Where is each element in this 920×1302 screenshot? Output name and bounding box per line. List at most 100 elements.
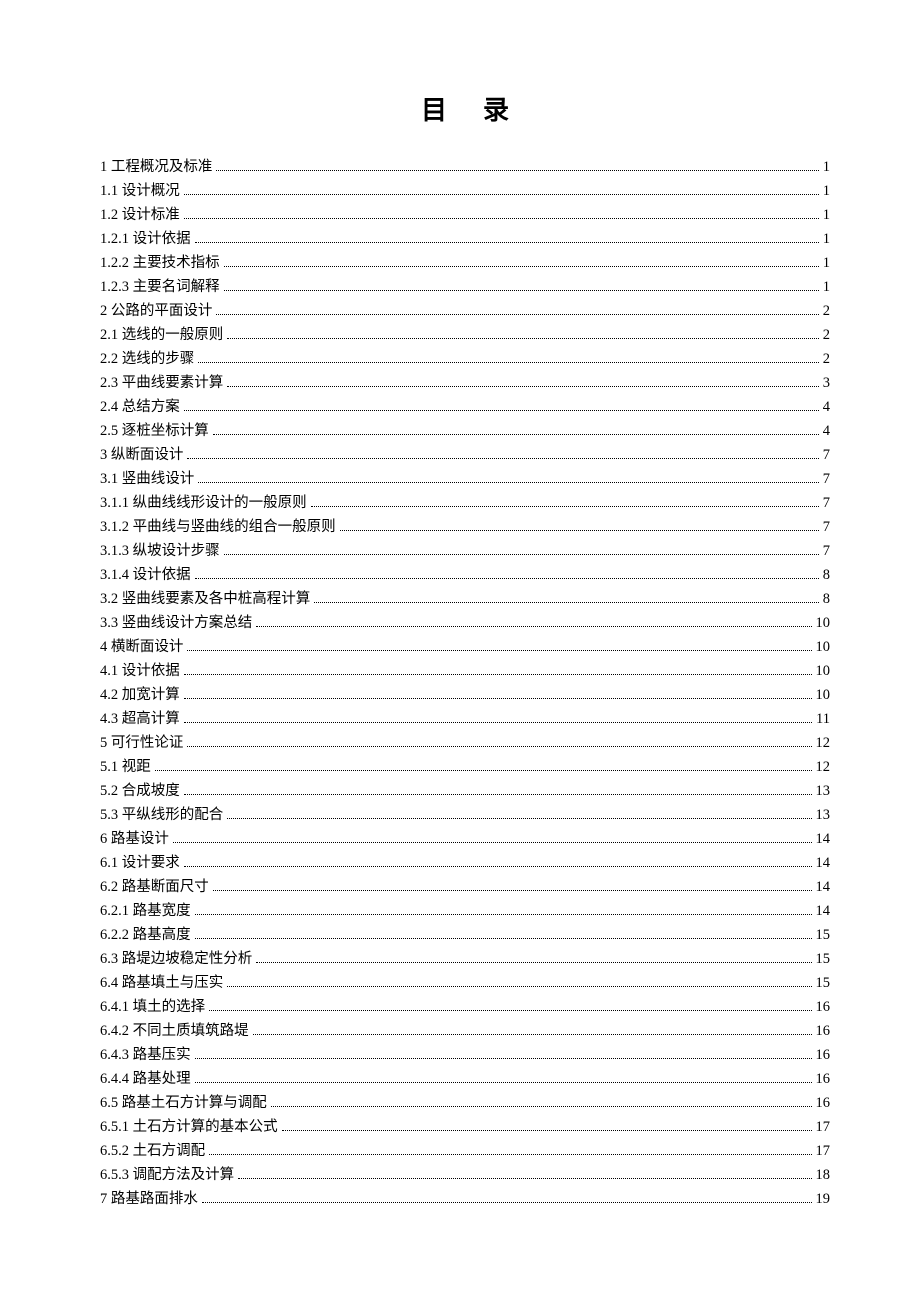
toc-entry-page: 13	[816, 803, 831, 827]
toc-entry-page: 4	[823, 395, 830, 419]
toc-leader-dots	[209, 1141, 811, 1156]
toc-entry-page: 7	[823, 443, 830, 467]
toc-leader-dots	[213, 421, 819, 436]
toc-entry-label: 5.1 视距	[100, 755, 151, 779]
toc-entry: 6.5.2 土石方调配 17	[100, 1139, 830, 1163]
toc-leader-dots	[184, 205, 819, 220]
toc-entry-page: 7	[823, 515, 830, 539]
toc-entry-page: 16	[816, 1067, 831, 1091]
toc-entry: 6.2 路基断面尺寸 14	[100, 875, 830, 899]
toc-leader-dots	[216, 301, 818, 316]
toc-entry: 5.3 平纵线形的配合 13	[100, 803, 830, 827]
toc-entry-label: 3.1.1 纵曲线线形设计的一般原则	[100, 491, 307, 515]
toc-leader-dots	[224, 277, 819, 292]
toc-entry: 1 工程概况及标准 1	[100, 155, 830, 179]
toc-entry-label: 1.1 设计概况	[100, 179, 180, 203]
toc-entry: 1.2.2 主要技术指标1	[100, 251, 830, 275]
toc-entry: 5 可行性论证 12	[100, 731, 830, 755]
toc-entry: 7 路基路面排水19	[100, 1187, 830, 1211]
toc-leader-dots	[314, 589, 819, 604]
toc-entry-label: 1.2 设计标准	[100, 203, 180, 227]
toc-entry-label: 3 纵断面设计	[100, 443, 183, 467]
toc-leader-dots	[216, 157, 818, 172]
toc-leader-dots	[184, 181, 819, 196]
toc-leader-dots	[187, 445, 818, 460]
toc-entry: 3.2 竖曲线要素及各中桩高程计算8	[100, 587, 830, 611]
toc-entry-page: 17	[816, 1139, 831, 1163]
toc-entry: 3.3 竖曲线设计方案总结10	[100, 611, 830, 635]
toc-entry-page: 10	[816, 659, 831, 683]
toc-entry-label: 5.3 平纵线形的配合	[100, 803, 223, 827]
toc-entry: 6.5.3 调配方法及计算18	[100, 1163, 830, 1187]
toc-entry-label: 2 公路的平面设计	[100, 299, 212, 323]
toc-leader-dots	[195, 1069, 812, 1084]
toc-entry-page: 15	[816, 923, 831, 947]
toc-leader-dots	[202, 1189, 812, 1204]
toc-entry-label: 5 可行性论证	[100, 731, 183, 755]
toc-entry-label: 4 横断面设计	[100, 635, 183, 659]
toc-leader-dots	[184, 397, 819, 412]
toc-entry: 2.4 总结方案 4	[100, 395, 830, 419]
toc-entry-label: 4.1 设计依据	[100, 659, 180, 683]
toc-leader-dots	[195, 565, 819, 580]
toc-leader-dots	[187, 637, 811, 652]
toc-entry-label: 6.5.2 土石方调配	[100, 1139, 205, 1163]
toc-leader-dots	[340, 517, 819, 532]
toc-entry: 3 纵断面设计 7	[100, 443, 830, 467]
toc-leader-dots	[213, 877, 812, 892]
toc-entry-label: 1.2.3 主要名词解释	[100, 275, 220, 299]
toc-leader-dots	[256, 949, 811, 964]
toc-entry-page: 1	[823, 155, 830, 179]
toc-leader-dots	[195, 1045, 812, 1060]
toc-entry-page: 14	[816, 875, 831, 899]
toc-entry-page: 15	[816, 971, 831, 995]
toc-entry-page: 2	[823, 299, 830, 323]
toc-entry-label: 2.2 选线的步骤	[100, 347, 194, 371]
toc-entry-page: 18	[816, 1163, 831, 1187]
toc-entry-label: 2.5 逐桩坐标计算	[100, 419, 209, 443]
toc-entry: 6.2.1 路基宽度 14	[100, 899, 830, 923]
toc-entry-label: 3.1.4 设计依据	[100, 563, 191, 587]
toc-entry-label: 6.4.4 路基处理	[100, 1067, 191, 1091]
toc-entry-page: 8	[823, 587, 830, 611]
toc-entry: 6.2.2 路基高度 15	[100, 923, 830, 947]
toc-entry-label: 2.4 总结方案	[100, 395, 180, 419]
toc-entry-label: 6.2.2 路基高度	[100, 923, 191, 947]
toc-entry-page: 10	[816, 683, 831, 707]
toc-entry-label: 6.2.1 路基宽度	[100, 899, 191, 923]
toc-entry: 6.1 设计要求14	[100, 851, 830, 875]
toc-entry: 4.3 超高计算11	[100, 707, 830, 731]
toc-entry: 1.1 设计概况 1	[100, 179, 830, 203]
toc-leader-dots	[184, 661, 812, 676]
toc-entry: 1.2.1 设计依据1	[100, 227, 830, 251]
toc-entry-page: 7	[823, 491, 830, 515]
toc-entry-page: 1	[823, 179, 830, 203]
toc-entry: 3.1.2 平曲线与竖曲线的组合一般原则7	[100, 515, 830, 539]
toc-entry: 2.2 选线的步骤2	[100, 347, 830, 371]
toc-entry-label: 4.3 超高计算	[100, 707, 180, 731]
toc-entry-page: 7	[823, 539, 830, 563]
toc-entry: 5.1 视距12	[100, 755, 830, 779]
toc-entry-label: 6.4 路基填土与压实	[100, 971, 223, 995]
toc-leader-dots	[187, 733, 811, 748]
toc-entry-label: 6.2 路基断面尺寸	[100, 875, 209, 899]
toc-entry-page: 1	[823, 203, 830, 227]
toc-leader-dots	[311, 493, 819, 508]
toc-entry-label: 1 工程概况及标准	[100, 155, 212, 179]
toc-entry-label: 4.2 加宽计算	[100, 683, 180, 707]
toc-leader-dots	[209, 997, 811, 1012]
toc-entry-label: 6.4.1 填土的选择	[100, 995, 205, 1019]
toc-entry-label: 7 路基路面排水	[100, 1187, 198, 1211]
toc-leader-dots	[155, 757, 812, 772]
toc-leader-dots	[195, 229, 819, 244]
toc-entry: 1.2.3 主要名词解释1	[100, 275, 830, 299]
toc-title: 目录	[100, 90, 830, 127]
toc-entry-page: 12	[816, 731, 831, 755]
toc-entry: 6.4.3 路基压实16	[100, 1043, 830, 1067]
toc-leader-dots	[282, 1117, 812, 1132]
toc-entry: 5.2 合成坡度13	[100, 779, 830, 803]
toc-leader-dots	[184, 781, 812, 796]
toc-leader-dots	[198, 469, 819, 484]
toc-entry: 2.1 选线的一般原则2	[100, 323, 830, 347]
toc-entry-page: 14	[816, 899, 831, 923]
